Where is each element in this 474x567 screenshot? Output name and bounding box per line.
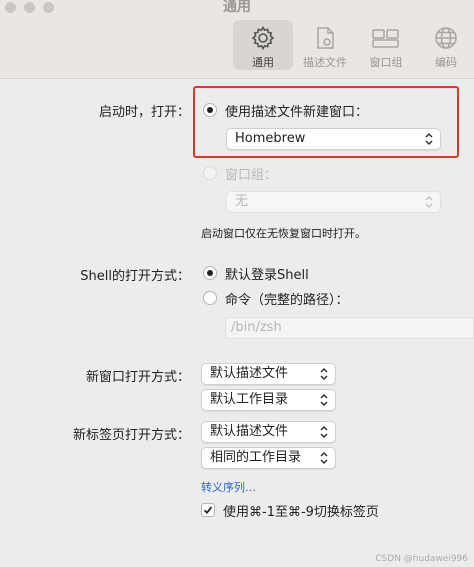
new-tab-dir-value: 相同的工作目录	[210, 450, 302, 465]
preferences-window: 通用 通用 描述文件 窗口组 编码 启动时，打开： 使用描述文件新建窗口： Ho…	[0, 0, 474, 567]
shell-default-radio[interactable]	[203, 266, 217, 280]
shell-command-option-label: 命令（完整的路径）：	[225, 293, 349, 308]
shell-default-option-label: 默认登录Shell	[225, 268, 309, 283]
startup-profile-option-label: 使用描述文件新建窗口：	[225, 105, 369, 120]
shell-command-radio[interactable]	[203, 291, 217, 305]
tab-general[interactable]: 通用	[233, 20, 293, 70]
tab-window-groups-label: 窗口组	[369, 56, 403, 69]
new-window-dir-value: 默认工作目录	[210, 392, 289, 407]
profile-icon	[317, 27, 334, 49]
globe-icon	[435, 27, 457, 49]
startup-label: 启动时，打开：	[98, 105, 190, 120]
window-title: 通用	[223, 0, 251, 15]
new-window-label: 新窗口打开方式：	[85, 370, 190, 385]
checkmark-icon	[203, 506, 213, 515]
startup-profile-popup[interactable]: Homebrew	[226, 128, 441, 150]
window-group-icon	[372, 29, 399, 48]
startup-group-popup[interactable]: 无	[226, 191, 441, 213]
new-tab-profile-value: 默认描述文件	[210, 424, 289, 439]
new-window-dir-popup[interactable]: 默认工作目录	[201, 389, 336, 411]
startup-group-value: 无	[235, 194, 249, 209]
startup-group-option-label: 窗口组：	[225, 168, 278, 183]
toolbar: 通用 通用 描述文件 窗口组 编码	[0, 0, 474, 79]
shell-command-field[interactable]: /bin/zsh	[225, 317, 474, 339]
new-tab-dir-popup[interactable]: 相同的工作目录	[201, 447, 336, 469]
tab-encodings[interactable]: 编码	[416, 20, 474, 70]
shell-label: Shell的打开方式：	[80, 269, 190, 284]
startup-profile-value: Homebrew	[235, 131, 306, 146]
new-window-profile-popup[interactable]: 默认描述文件	[201, 363, 336, 385]
tab-encodings-label: 编码	[435, 56, 457, 69]
startup-note: 启动窗口仅在无恢复窗口时打开。	[201, 227, 366, 240]
chevron-updown-icon	[320, 367, 328, 381]
new-window-profile-value: 默认描述文件	[210, 366, 289, 381]
gear-icon	[251, 25, 275, 51]
new-tab-profile-popup[interactable]: 默认描述文件	[201, 421, 336, 443]
tab-switch-label: 使用⌘-1至⌘-9切换标签页	[223, 505, 379, 520]
tab-general-label: 通用	[252, 56, 274, 69]
startup-group-radio[interactable]	[203, 166, 217, 180]
chevron-updown-icon	[425, 195, 433, 209]
new-tab-label: 新标签页打开方式：	[72, 428, 190, 443]
watermark: CSDN @hudawei996	[375, 554, 468, 564]
chevron-updown-icon	[320, 393, 328, 407]
escape-sequence-link[interactable]: 转义序列…	[201, 479, 256, 495]
chevron-updown-icon	[425, 132, 433, 146]
chevron-updown-icon	[320, 451, 328, 465]
tab-profiles[interactable]: 描述文件	[295, 20, 355, 70]
tab-window-groups[interactable]: 窗口组	[356, 20, 416, 70]
chevron-updown-icon	[320, 425, 328, 439]
tab-profiles-label: 描述文件	[303, 56, 347, 69]
startup-profile-radio[interactable]	[203, 103, 217, 117]
tab-switch-checkbox[interactable]	[201, 503, 215, 517]
